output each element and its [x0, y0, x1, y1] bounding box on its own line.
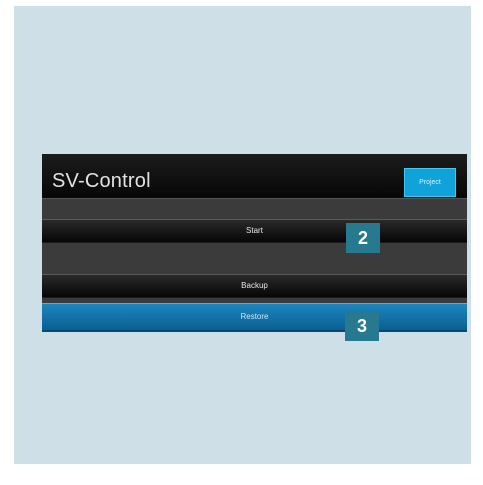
project-button[interactable]: Project	[404, 168, 456, 197]
start-button[interactable]: Start	[42, 219, 467, 243]
sv-control-app-window: SV-Control Project Start Backup Restore	[42, 154, 467, 332]
callout-step-3: 3	[345, 311, 379, 341]
restore-button[interactable]: Restore	[42, 303, 467, 331]
app-title: SV-Control	[52, 170, 151, 192]
backup-button[interactable]: Backup	[42, 274, 467, 298]
app-header: SV-Control Project	[42, 154, 467, 199]
callout-step-2: 2	[346, 223, 380, 253]
